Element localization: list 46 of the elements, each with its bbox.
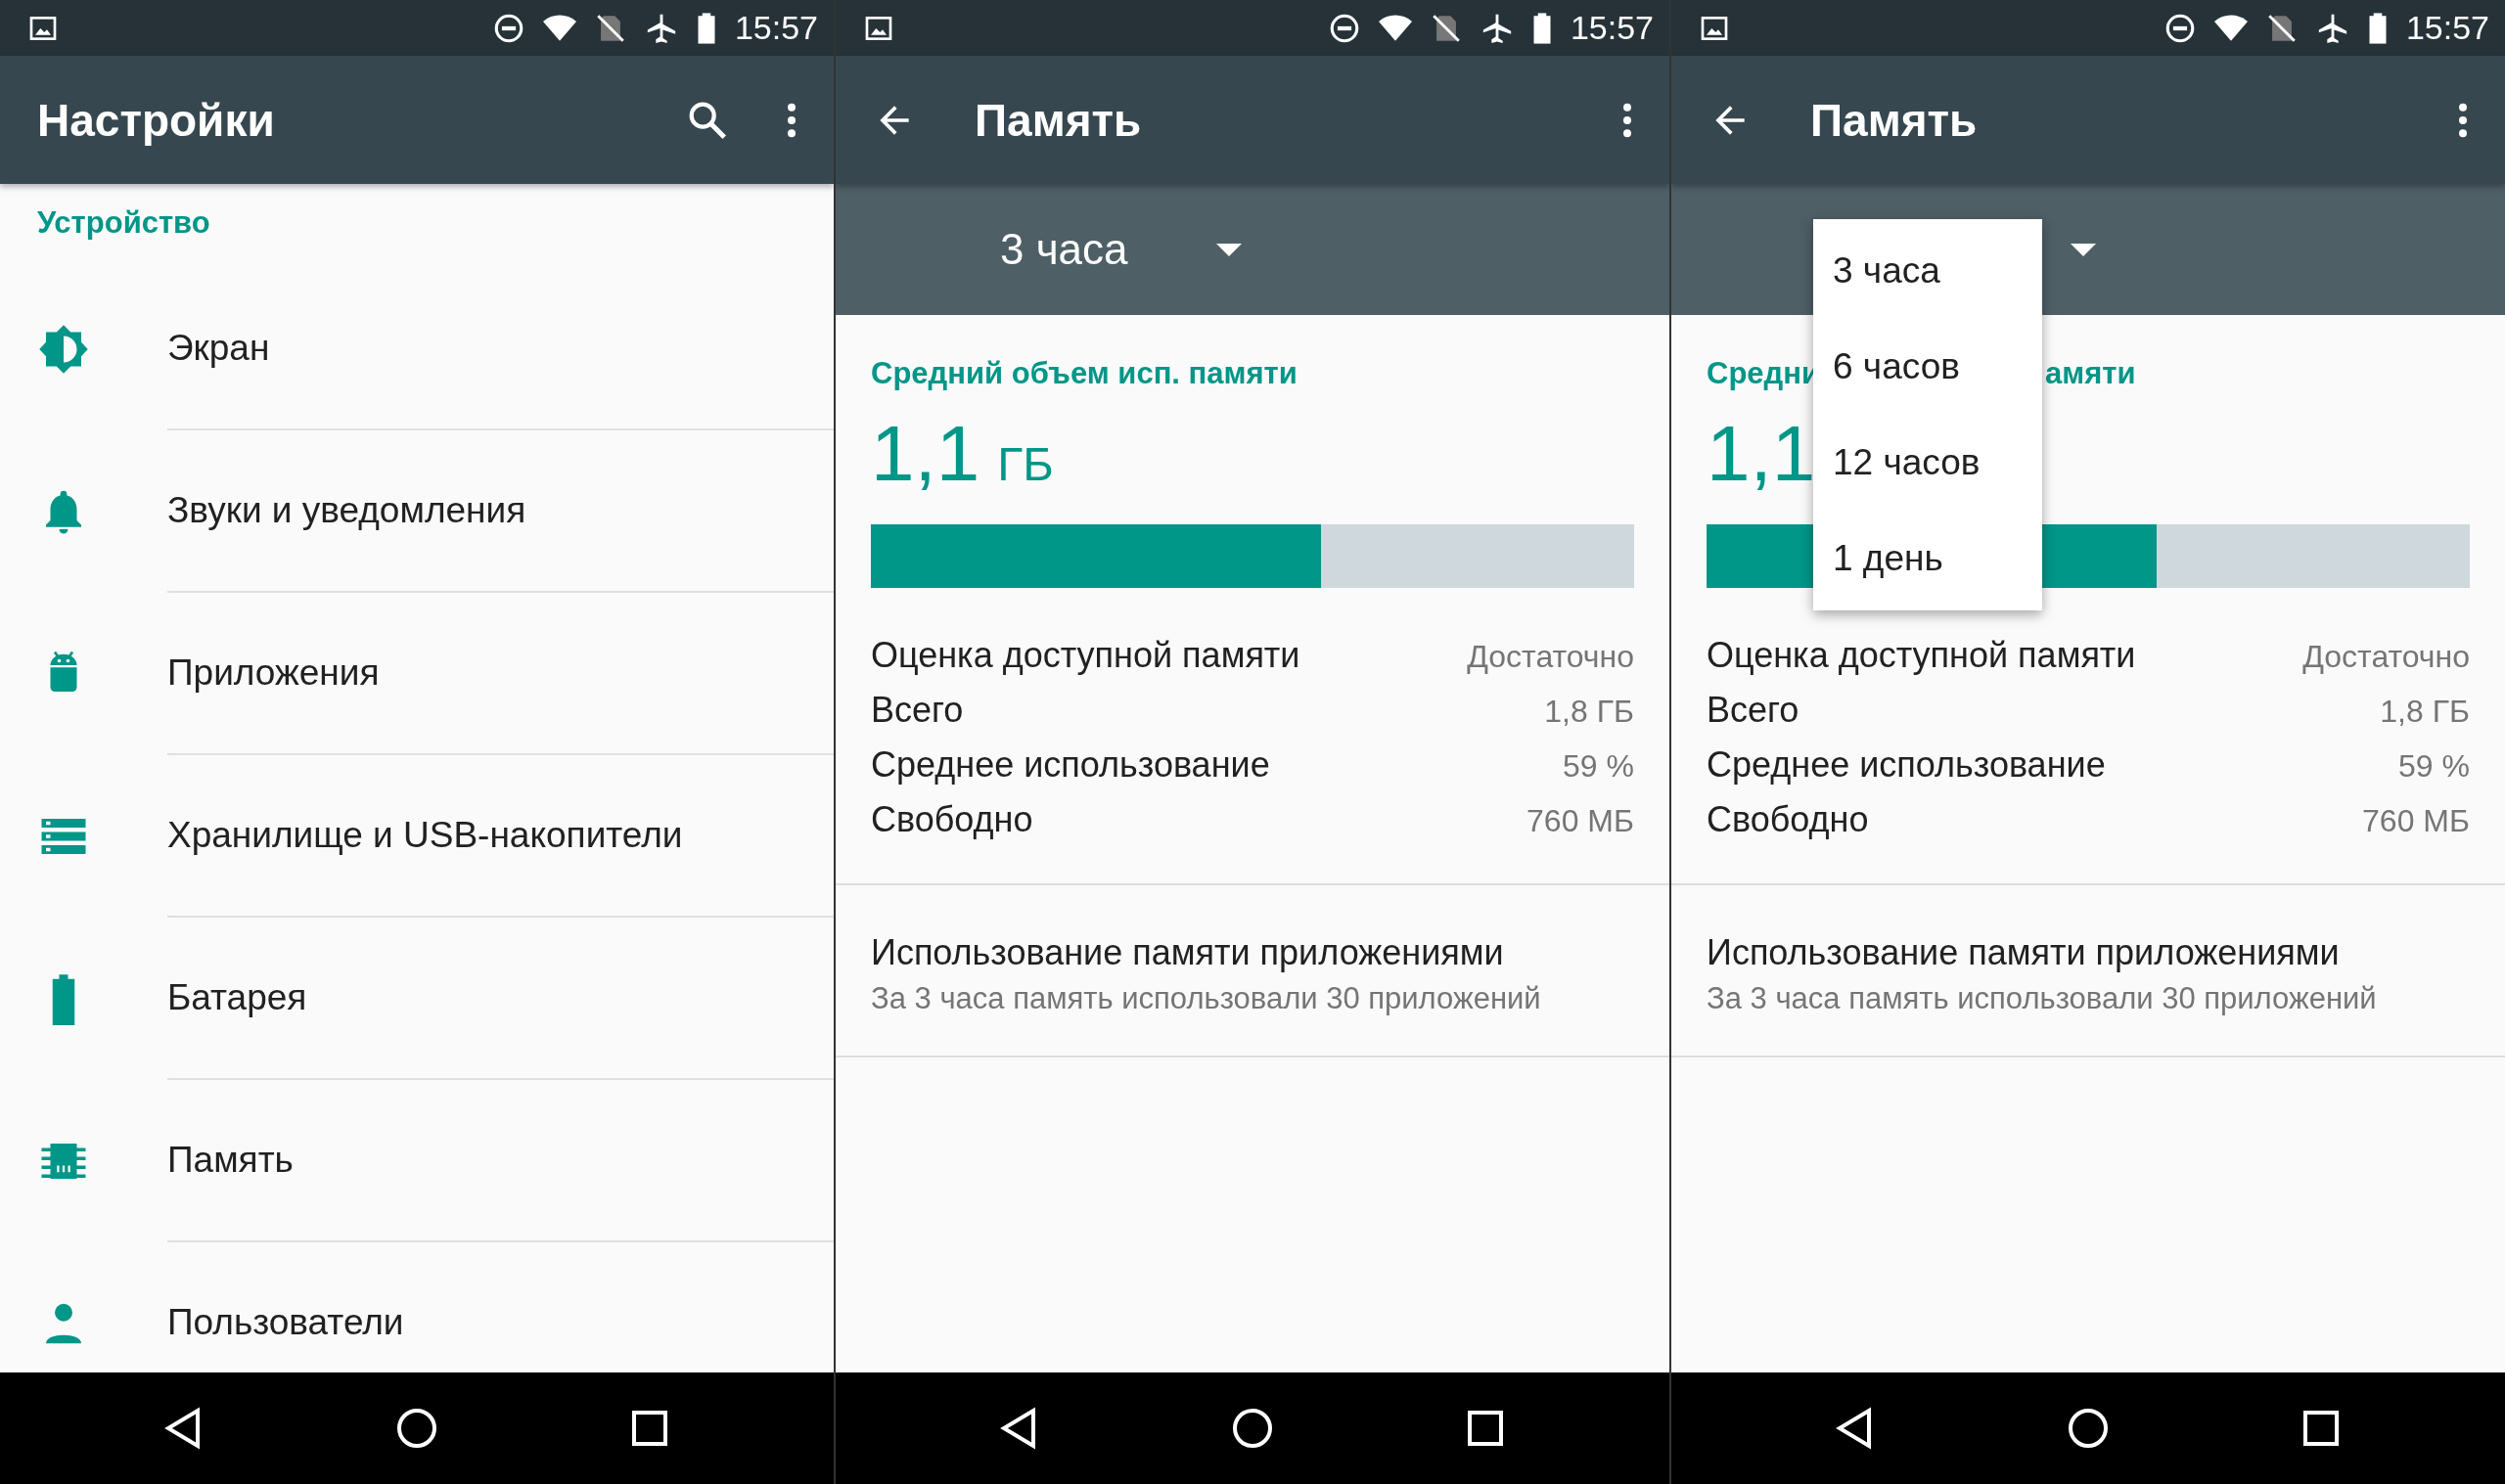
brightness-icon xyxy=(37,323,90,376)
stat-value: Достаточно xyxy=(2302,639,2470,675)
stat-value: 760 МБ xyxy=(1526,803,1634,839)
stat-label: Всего xyxy=(1707,690,1799,731)
menu-item[interactable]: 6 часов xyxy=(1813,319,2042,415)
menu-item[interactable]: 12 часов xyxy=(1813,415,2042,511)
caret-icon[interactable] xyxy=(1215,243,1242,256)
stat-value: 1,8 ГБ xyxy=(1544,694,1634,730)
app-memory-subtitle: За 3 часа память использовали 30 приложений xyxy=(1707,981,2378,1016)
stat-value: 59 % xyxy=(2398,748,2470,785)
status-time: 15:57 xyxy=(2405,9,2489,47)
app-memory-subtitle: За 3 часа память использовали 30 приложений xyxy=(871,981,1542,1016)
stat-label: Свободно xyxy=(1707,799,1869,840)
app-memory-title[interactable]: Использование памяти приложениями xyxy=(871,932,1634,973)
menu-item[interactable]: 3 часа xyxy=(1813,223,2042,319)
stat-label: Среднее использование xyxy=(1707,744,2106,786)
settings-item[interactable]: Звуки и уведомления xyxy=(0,430,834,593)
stat-value: 1,8 ГБ xyxy=(2380,694,2470,730)
stat-label: Оценка доступной памяти xyxy=(871,635,1300,676)
summary-heading: амяти xyxy=(2045,356,2136,392)
stat-label: Оценка доступной памяти xyxy=(1707,635,2136,676)
summary-heading: Средний объем исп. памяти xyxy=(871,356,1298,392)
section-header: Устройство xyxy=(36,204,211,242)
status-time: 15:57 xyxy=(1570,9,1654,47)
stat-value: Достаточно xyxy=(1467,639,1634,675)
stat-value: 760 МБ xyxy=(2362,803,2470,839)
caret-icon[interactable] xyxy=(2071,243,2096,256)
settings-item[interactable]: Память xyxy=(0,1080,834,1242)
settings-item[interactable]: Экран xyxy=(0,268,834,430)
settings-item[interactable]: Батарея xyxy=(0,918,834,1080)
memory-unit: ГБ xyxy=(997,437,1054,491)
app-memory-title[interactable]: Использование памяти приложениями xyxy=(1707,932,2470,973)
screen-title: Память xyxy=(1810,93,1979,147)
period-dropdown[interactable]: 3 часа xyxy=(1000,225,1128,274)
stat-label: Среднее использование xyxy=(871,744,1270,786)
stat-value: 59 % xyxy=(1563,748,1634,785)
menu-item[interactable]: 1 день xyxy=(1813,511,2042,607)
status-time: 15:57 xyxy=(734,9,818,47)
settings-item[interactable]: Приложения xyxy=(0,593,834,755)
stat-label: Всего xyxy=(871,690,964,731)
memory-amount: 1,1 xyxy=(1707,409,1816,499)
settings-item[interactable]: Хранилище и USB-накопители xyxy=(0,755,834,918)
memory-amount: 1,1 xyxy=(871,409,980,499)
screen-title: Память xyxy=(975,93,1143,147)
stat-label: Свободно xyxy=(871,799,1033,840)
screen-title: Настройки xyxy=(37,93,276,147)
